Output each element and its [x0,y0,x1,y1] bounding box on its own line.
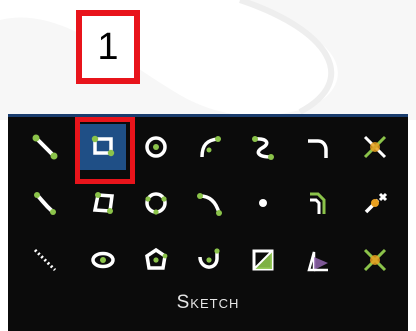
spline-icon [252,136,274,160]
panel-label: Sketch [176,292,240,313]
step-number: 1 [97,25,119,68]
offset-tool[interactable] [294,180,340,226]
trim-tool[interactable] [352,124,398,170]
fillet-icon [308,139,328,158]
polygon-tool[interactable] [133,237,179,283]
three-point-circle-icon [145,192,167,215]
arc-tool[interactable] [186,124,232,170]
ellipse-tool[interactable] [80,237,126,283]
spline-tool[interactable] [240,124,286,170]
split-icon [363,248,387,272]
trim-icon [363,135,387,159]
extend-tool[interactable] [352,180,398,226]
point-icon [259,199,267,207]
project-icon [307,251,328,272]
tangent-arc-tool[interactable] [186,237,232,283]
polygon-rectangle-icon [92,192,114,214]
construction-line-icon [33,248,57,272]
panel-top-border [8,114,408,117]
polygon-rectangle-tool[interactable] [80,180,126,226]
three-point-arc-icon [197,193,222,216]
three-point-circle-tool[interactable] [133,180,179,226]
construction-line-tool[interactable] [22,237,68,283]
fillet-tool[interactable] [294,124,340,170]
circle-tool[interactable] [133,124,179,170]
two-point-line-icon [34,192,56,215]
point-tool[interactable] [240,180,286,226]
step-number-badge: 1 [76,10,140,84]
line-icon [32,134,58,160]
three-point-arc-tool[interactable] [186,180,232,226]
two-point-line-tool[interactable] [22,180,68,226]
split-tool[interactable] [352,237,398,283]
line-tool[interactable] [22,124,68,170]
mirror-tool[interactable] [240,237,286,283]
mirror-icon [252,249,274,271]
rectangle-tool[interactable] [80,124,126,170]
project-tool[interactable] [294,237,340,283]
rectangle-icon [91,135,115,157]
polygon-icon [145,247,168,270]
extend-icon [364,192,388,214]
tangent-arc-icon [198,248,220,269]
arc-icon [200,136,221,158]
background-swoosh [0,0,416,120]
circle-icon [145,136,167,158]
ellipse-icon [91,251,115,269]
offset-icon [310,192,326,214]
